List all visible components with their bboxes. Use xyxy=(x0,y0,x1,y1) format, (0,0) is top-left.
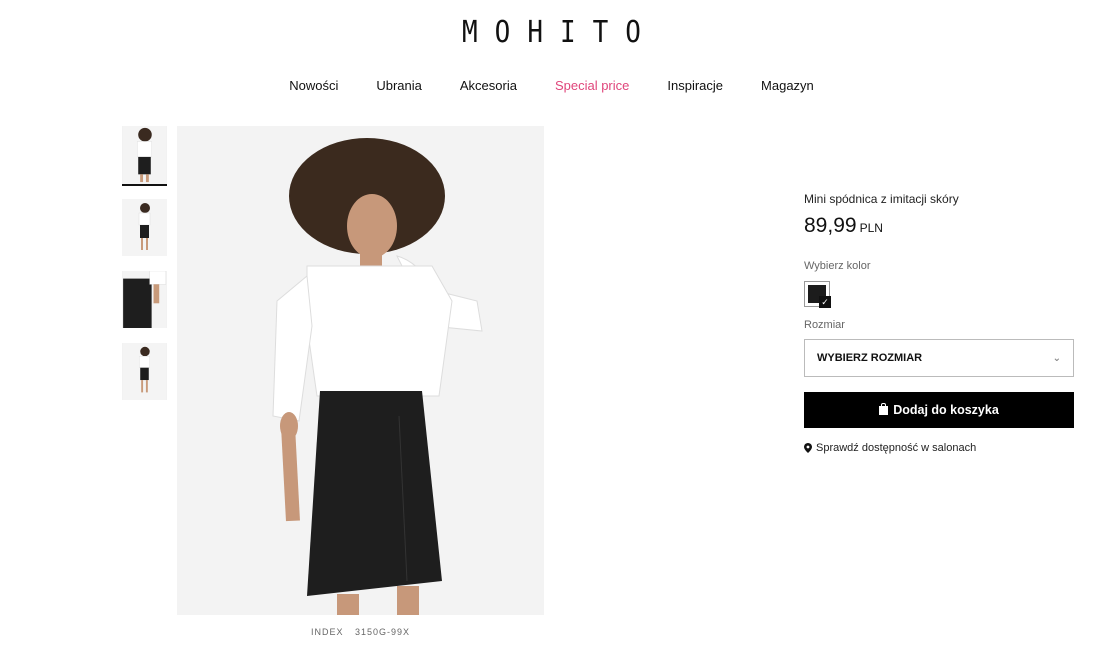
size-label: Rozmiar xyxy=(804,319,845,331)
index-value: 3150G-99X xyxy=(354,627,411,637)
thumbnail-2[interactable] xyxy=(122,199,167,256)
thumbnail-list xyxy=(122,126,167,415)
product-title: Mini spódnica z imitacji skóry xyxy=(804,192,959,206)
brand-logo[interactable]: MOHITO xyxy=(0,16,1103,51)
nav-item-ubrania[interactable]: Ubrania xyxy=(376,78,422,93)
nav-item-special-price[interactable]: Special price xyxy=(555,78,629,93)
store-availability-link[interactable]: Sprawdź dostępność w salonach xyxy=(804,442,1074,454)
thumbnail-1[interactable] xyxy=(122,126,167,186)
main-nav: Nowości Ubrania Akcesoria Special price … xyxy=(0,78,1103,93)
nav-item-nowosci[interactable]: Nowości xyxy=(289,78,338,93)
shopping-bag-icon xyxy=(879,402,889,415)
nav-item-magazyn[interactable]: Magazyn xyxy=(761,78,814,93)
thumbnail-image xyxy=(122,126,167,184)
product-photo xyxy=(177,126,544,615)
store-availability-label: Sprawdź dostępność w salonach xyxy=(816,442,977,454)
color-swatch-black[interactable]: ✓ xyxy=(804,281,831,308)
add-to-cart-button[interactable]: Dodaj do koszyka xyxy=(804,392,1074,428)
map-pin-icon xyxy=(804,443,812,453)
check-icon: ✓ xyxy=(819,296,831,308)
thumbnail-4[interactable] xyxy=(122,343,167,400)
product-main-image[interactable] xyxy=(177,126,544,615)
nav-item-akcesoria[interactable]: Akcesoria xyxy=(460,78,517,93)
thumbnail-image xyxy=(123,343,166,400)
color-label: Wybierz kolor xyxy=(804,260,871,272)
nav-item-inspiracje[interactable]: Inspiracje xyxy=(667,78,723,93)
size-select[interactable]: WYBIERZ ROZMIAR ⌄ xyxy=(804,339,1074,377)
chevron-down-icon: ⌄ xyxy=(1052,352,1061,364)
product-price: 89,99 PLN xyxy=(804,214,1074,238)
product-index: INDEX 3150G-99X xyxy=(177,627,544,637)
thumbnail-image xyxy=(122,199,167,256)
price-value: 89,99 xyxy=(804,214,857,237)
thumbnail-image xyxy=(123,271,167,328)
add-to-cart-label: Dodaj do koszyka xyxy=(893,403,999,417)
size-select-value: WYBIERZ ROZMIAR xyxy=(817,352,923,364)
thumbnail-3[interactable] xyxy=(122,271,167,328)
product-info: Mini spódnica z imitacji skóry 89,99 PLN … xyxy=(804,190,1074,454)
index-label: INDEX xyxy=(310,627,344,637)
price-currency: PLN xyxy=(859,221,883,235)
